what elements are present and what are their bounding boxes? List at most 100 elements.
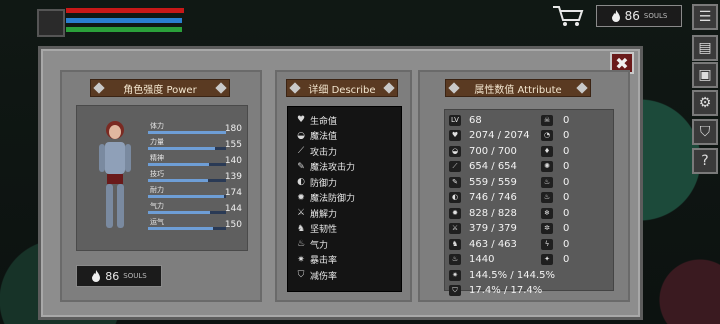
break-icon: ⚔	[449, 223, 461, 234]
souls-label: SOULS	[643, 12, 668, 20]
stat-bar-fill	[148, 227, 213, 230]
resistance-row: ♨ 0	[541, 176, 569, 188]
header-stud-icon	[383, 82, 395, 94]
attribute-value: 463 / 463	[469, 238, 517, 250]
resistance-row: ✺ 0	[541, 161, 569, 173]
describe-label: 生命值	[310, 116, 338, 127]
stamina-bar	[66, 27, 182, 32]
describe-item: ⟋ 攻击力	[296, 145, 337, 158]
describe-label: 魔法攻击力	[310, 163, 356, 173]
stat-bar-fill	[148, 163, 209, 166]
resistance-row: ❄ 0	[541, 207, 569, 219]
tenacity-icon: ♞	[449, 238, 461, 250]
skull-icon: ☠	[541, 114, 553, 126]
resistance-row: ✦ 0	[541, 254, 569, 266]
stat-bar	[148, 147, 226, 150]
stat-bar-fill	[148, 179, 209, 182]
attribute-row: ✹ 828 / 828	[449, 207, 517, 219]
stat-bar-fill	[148, 211, 211, 214]
drop-icon: ◔	[541, 130, 553, 141]
blood-drop-icon: ♦	[541, 145, 553, 157]
helmet-icon: ◒	[297, 130, 305, 141]
power-header-label: 角色强度 Power	[123, 84, 197, 96]
describe-label: 防御力	[310, 178, 338, 189]
lungs-icon: ♨	[449, 254, 461, 265]
resistance-value: 0	[563, 238, 570, 250]
souls-label: SOULS	[123, 272, 147, 280]
describe-label: 暴击率	[310, 256, 338, 266]
describe-label: 魔法值	[310, 132, 338, 142]
attribute-row: ♞ 463 / 463	[449, 238, 517, 250]
stat-value: 144	[224, 204, 242, 214]
describe-item: ◐ 防御力	[296, 176, 338, 189]
stat-row: 运气 150	[148, 217, 246, 235]
character-figure	[99, 121, 131, 228]
side-button[interactable]: ⚙	[692, 90, 718, 116]
attribute-row: ⛉ 17.4% / 17.4%	[449, 285, 542, 297]
stat-name: 技巧	[150, 170, 164, 178]
stat-bar-fill	[148, 147, 216, 150]
stat-name: 耐力	[150, 186, 164, 194]
helmet-icon: ◒	[449, 145, 461, 157]
attribute-row: LV 68	[449, 114, 482, 126]
describe-item: ♨ 气力	[296, 238, 328, 251]
side-button[interactable]: ⛉	[692, 119, 718, 145]
attribute-row: ⚔ 379 / 379	[449, 223, 517, 235]
health-bar	[66, 8, 184, 13]
ice-icon: ✲	[541, 223, 553, 234]
resistance-value: 0	[563, 176, 570, 188]
menu-icon: ☰	[698, 9, 712, 25]
player-portrait[interactable]	[37, 9, 65, 37]
attribute-value: 379 / 379	[469, 223, 517, 234]
describe-item: ◒ 魔法值	[296, 130, 338, 143]
souls-value: 86	[105, 269, 120, 283]
stat-bar	[148, 163, 226, 166]
stat-value: 174	[224, 188, 242, 198]
describe-label: 魔法防御力	[310, 194, 356, 204]
side-button[interactable]: ▤	[692, 35, 718, 61]
resistance-value: 0	[563, 207, 570, 219]
shopping-cart-icon[interactable]	[551, 4, 585, 28]
tenacity-icon: ♞	[296, 223, 306, 234]
describe-item: ⛉ 减伤率	[296, 269, 337, 282]
describe-item: ✷ 暴击率	[296, 254, 338, 267]
describe-header: 详细 Describe	[286, 79, 398, 97]
resistance-value: 0	[563, 130, 570, 141]
describe-header-label: 详细 Describe	[308, 84, 376, 96]
help-icon: ?	[701, 153, 709, 169]
attribute-header-label: 属性数值 Attribute	[474, 84, 562, 96]
side-button[interactable]: ☰	[692, 4, 718, 30]
power-header: 角色强度 Power	[90, 79, 230, 97]
header-stud-icon	[215, 82, 227, 94]
header-stud-icon	[448, 82, 460, 94]
attribute-row: ⟋ 654 / 654	[449, 161, 517, 173]
attribute-value: 68	[469, 114, 482, 126]
frost-icon: ❄	[541, 207, 553, 219]
stat-bar	[148, 211, 226, 214]
attribute-value: 828 / 828	[469, 207, 517, 219]
stat-value: 139	[224, 172, 242, 182]
crit-icon: ✷	[297, 254, 305, 265]
souls-counter-bottom: 86 SOULS	[76, 265, 162, 287]
side-button[interactable]: ?	[692, 148, 718, 174]
resistance-row: ♨ 0	[541, 192, 569, 204]
side-button[interactable]: ▣	[692, 62, 718, 88]
shield-icon: ◐	[297, 177, 305, 187]
attribute-row: ◐ 746 / 746	[449, 192, 517, 204]
attribute-value: 1440	[469, 254, 495, 265]
stat-name: 体力	[150, 122, 164, 130]
gear-icon: ⚙	[698, 95, 712, 111]
curse-icon: ✺	[541, 161, 553, 172]
level-icon: LV	[449, 114, 461, 126]
soul-flame-icon	[611, 10, 620, 22]
reduction-icon: ⛉	[449, 285, 461, 296]
reduction-icon: ⛉	[297, 270, 305, 280]
attribute-value: 654 / 654	[469, 161, 517, 172]
describe-label: 崩解力	[310, 209, 338, 220]
attribute-value: 559 / 559	[469, 176, 517, 188]
attribute-row: ♨ 1440	[449, 254, 494, 266]
stat-name: 精神	[150, 154, 164, 162]
attribute-value: 746 / 746	[469, 192, 517, 203]
resistance-value: 0	[563, 161, 570, 172]
attribute-row: ✷ 144.5% / 144.5%	[449, 269, 555, 281]
